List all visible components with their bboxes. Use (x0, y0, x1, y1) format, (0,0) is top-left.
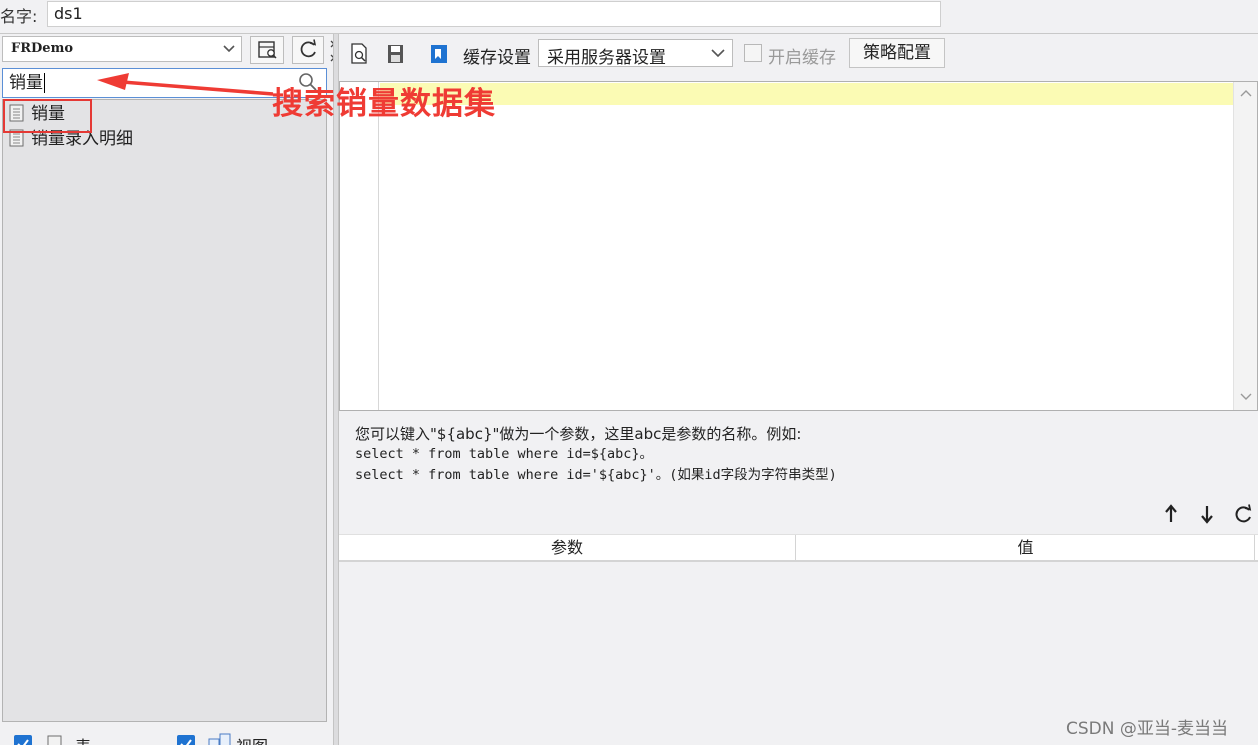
annotation-text: 搜索销量数据集 (272, 86, 496, 122)
enable-cache-checkbox[interactable] (744, 44, 762, 62)
annotation-highlight-box (3, 99, 92, 133)
hint-example-line: select * from table where id=${abc}。 (355, 446, 653, 462)
cache-settings-label: 缓存设置 (463, 48, 531, 68)
table-icon (47, 735, 62, 745)
parameter-table-header: 参数 值 (339, 534, 1258, 562)
hint-line: 您可以键入"${abc}"做为一个参数，这里abc是参数的名称。例如: (355, 425, 802, 443)
move-down-icon[interactable] (1197, 503, 1217, 525)
view-filter-checkbox[interactable] (177, 735, 195, 745)
chevron-down-icon (223, 45, 235, 53)
sql-toolbar: 缓存设置 采用服务器设置 开启缓存 策略配置 (339, 34, 1258, 74)
scroll-down-icon[interactable] (1240, 392, 1252, 402)
column-header-param[interactable]: 参数 (339, 535, 796, 561)
check-icon (17, 739, 29, 745)
view-icon (208, 733, 231, 745)
sql-editor[interactable] (339, 81, 1258, 411)
object-type-filters: 表 视图 (0, 726, 333, 745)
refresh-params-icon[interactable] (1232, 503, 1254, 525)
column-header-value[interactable]: 值 (797, 535, 1255, 561)
text-caret (44, 73, 45, 93)
save-icon[interactable] (385, 42, 407, 66)
table-preview-button[interactable] (250, 36, 284, 64)
cache-mode-select-value: 采用服务器设置 (547, 48, 666, 68)
cache-mode-select[interactable]: 采用服务器设置 (538, 39, 733, 68)
chevron-down-icon (711, 49, 725, 58)
cache-settings-icon[interactable] (429, 42, 451, 66)
dataset-name-label: 名字: (0, 7, 38, 26)
refresh-button[interactable] (292, 36, 324, 64)
hint-example-line: select * from table where id='${abc}'。(如… (355, 467, 837, 483)
parameter-hint: 您可以键入"${abc}"做为一个参数，这里abc是参数的名称。例如: sele… (355, 424, 1055, 486)
search-input-value: 销量 (9, 73, 43, 93)
table-tree: 销量 销量录入明细 (2, 99, 327, 722)
dataset-name-row: 名字: ds1 (0, 0, 1258, 30)
preview-icon[interactable] (349, 42, 371, 66)
refresh-icon (300, 39, 317, 58)
dataset-name-input[interactable]: ds1 (47, 1, 941, 27)
current-line-highlight (380, 83, 1233, 105)
preview-table-icon (258, 41, 277, 59)
annotation-arrow-icon (97, 73, 274, 96)
line-number-gutter (340, 82, 379, 410)
database-select-value: FRDemo (11, 41, 74, 56)
table-filter-checkbox[interactable] (14, 735, 32, 745)
check-icon (180, 739, 192, 745)
table-filter-label: 表 (75, 733, 91, 745)
strategy-config-button[interactable]: 策略配置 (849, 38, 945, 68)
enable-cache-label: 开启缓存 (768, 48, 836, 68)
scroll-up-icon[interactable] (1240, 88, 1252, 98)
watermark: CSDN @亚当-麦当当 (1066, 719, 1229, 739)
move-up-icon[interactable] (1161, 503, 1181, 525)
database-select[interactable]: FRDemo (2, 36, 242, 62)
view-filter-label: 视图 (236, 733, 268, 745)
editor-scrollbar[interactable] (1233, 82, 1257, 410)
